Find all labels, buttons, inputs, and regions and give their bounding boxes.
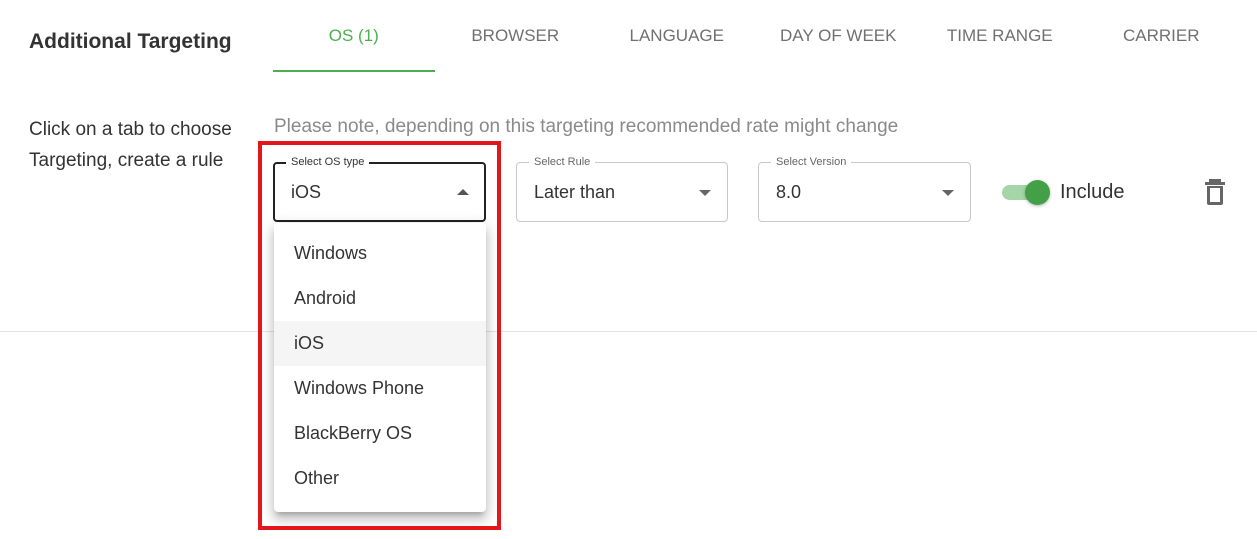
os-type-label: Select OS type [286, 156, 370, 169]
toggle-knob [1025, 180, 1050, 205]
os-type-value: iOS [291, 182, 322, 202]
rate-note: Please note, depending on this targeting… [274, 116, 899, 137]
caret-down-icon [699, 190, 711, 196]
rule-label: Select Rule [529, 156, 596, 169]
caret-down-icon [942, 190, 954, 196]
tab-language[interactable]: LANGUAGE [596, 0, 758, 72]
section-divider [0, 331, 1257, 332]
version-select[interactable]: Select Version 8.0 [758, 156, 971, 222]
menu-item-android[interactable]: Android [274, 276, 486, 321]
tab-browser[interactable]: BROWSER [435, 0, 597, 72]
hint-line-2: Targeting, create a rule [29, 150, 224, 171]
targeting-hint: Click on a tab to choose Targeting, crea… [29, 114, 259, 176]
version-value: 8.0 [776, 182, 802, 202]
version-label: Select Version [771, 156, 852, 169]
menu-item-windows-phone[interactable]: Windows Phone [274, 366, 486, 411]
page-title: Additional Targeting [29, 30, 232, 53]
tab-day-of-week[interactable]: DAY OF WEEK [758, 0, 920, 72]
trash-icon[interactable] [1203, 178, 1227, 206]
hint-line-1: Click on a tab to choose [29, 119, 232, 140]
include-label: Include [1060, 181, 1125, 203]
caret-up-icon [457, 189, 469, 195]
os-type-select[interactable]: Select OS type iOS [273, 156, 486, 222]
targeting-tabs: OS (1) BROWSER LANGUAGE DAY OF WEEK TIME… [273, 0, 1242, 72]
menu-item-windows[interactable]: Windows [274, 231, 486, 276]
include-toggle[interactable] [1002, 178, 1050, 206]
os-type-menu: Windows Android iOS Windows Phone BlackB… [274, 223, 486, 512]
tab-os[interactable]: OS (1) [273, 0, 435, 72]
rule-value: Later than [534, 182, 616, 202]
rule-select[interactable]: Select Rule Later than [516, 156, 728, 222]
tab-time-range[interactable]: TIME RANGE [919, 0, 1081, 72]
menu-item-blackberry-os[interactable]: BlackBerry OS [274, 411, 486, 456]
menu-item-ios[interactable]: iOS [274, 321, 486, 366]
tab-carrier[interactable]: CARRIER [1081, 0, 1243, 72]
menu-item-other[interactable]: Other [274, 456, 486, 501]
